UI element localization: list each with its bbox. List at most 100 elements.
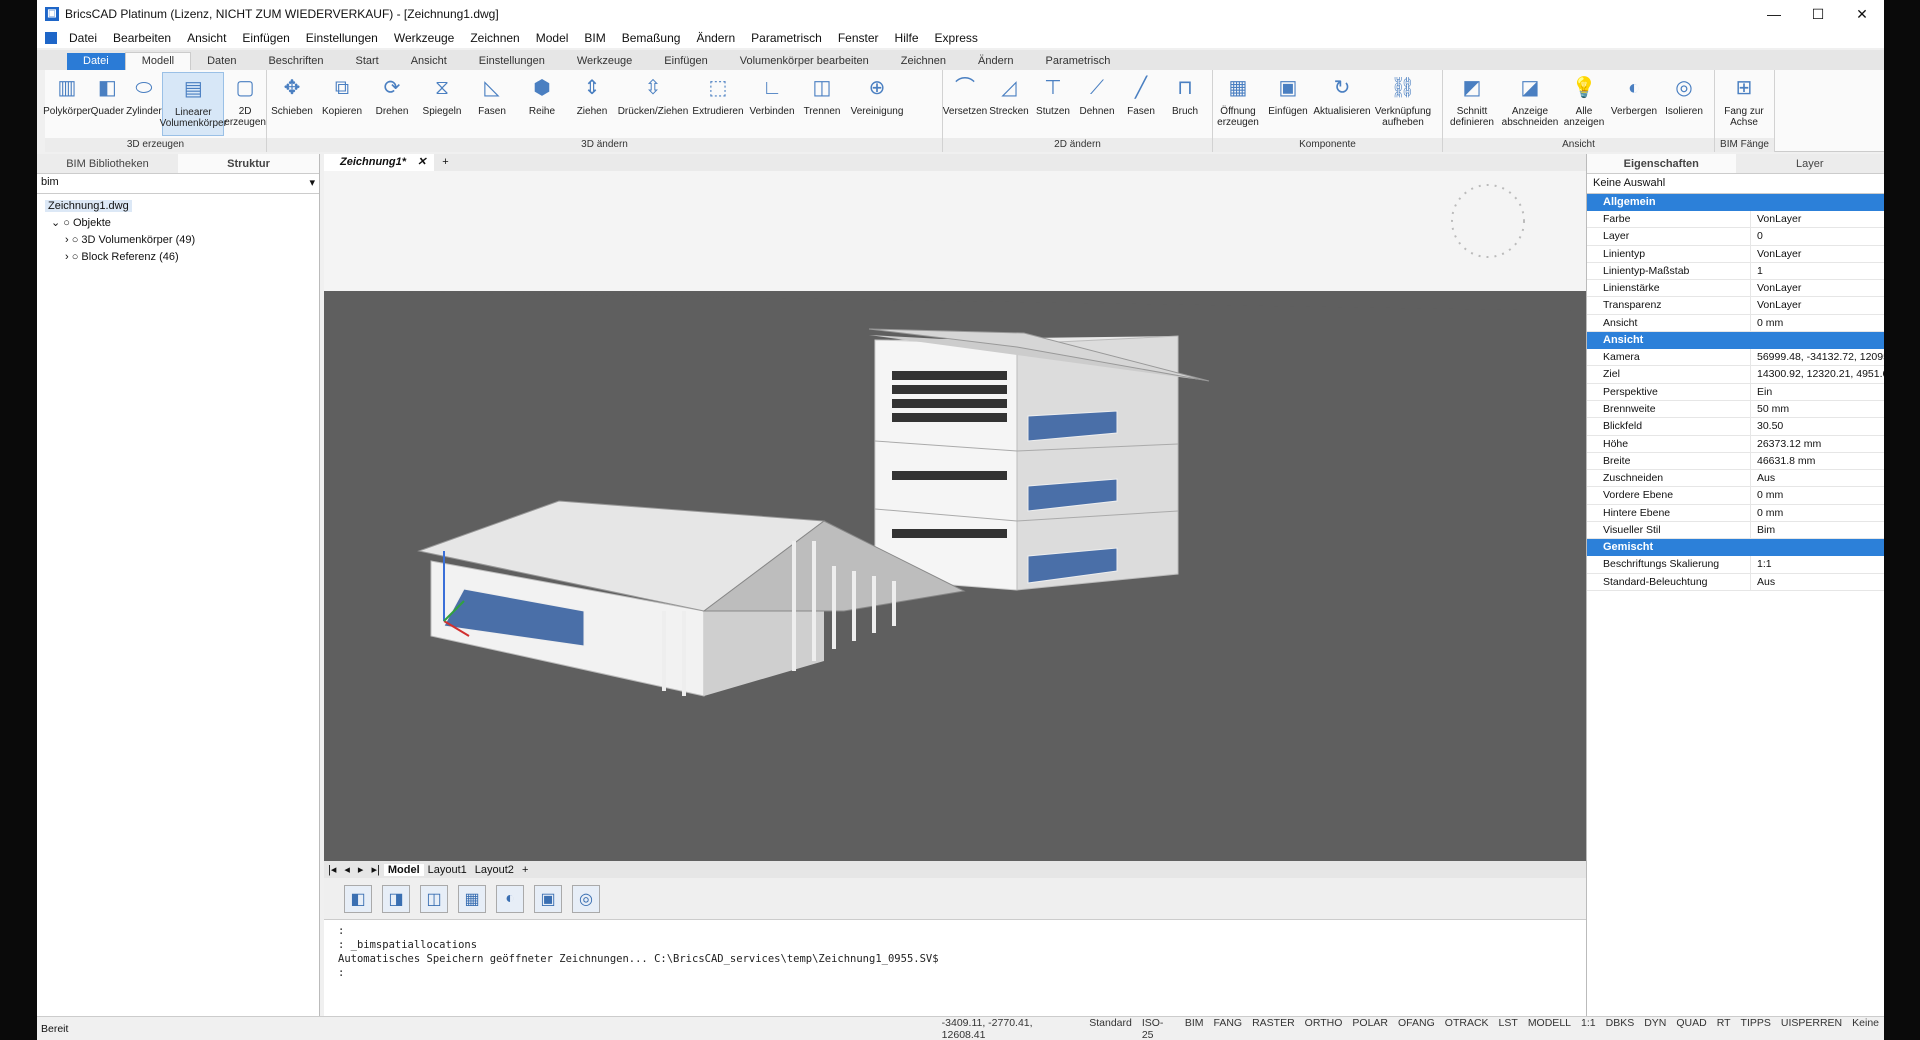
- tab-layer[interactable]: Layer: [1736, 154, 1885, 173]
- tab-start[interactable]: Start: [339, 53, 394, 70]
- property-value[interactable]: 50 mm: [1751, 401, 1884, 417]
- tab-aendern[interactable]: Ändern: [962, 53, 1029, 70]
- property-row[interactable]: Layer 0: [1587, 228, 1884, 246]
- status-toggle[interactable]: Keine: [1847, 1017, 1884, 1040]
- einfuegen-komponente-button[interactable]: ▣ Einfügen: [1263, 72, 1313, 118]
- status-toggle[interactable]: UISPERREN: [1776, 1017, 1847, 1040]
- status-toggle[interactable]: LST: [1494, 1017, 1523, 1040]
- tab-werkzeuge[interactable]: Werkzeuge: [561, 53, 648, 70]
- property-value[interactable]: Bim: [1751, 522, 1884, 538]
- tab-model[interactable]: Model: [383, 863, 424, 876]
- menu-datei[interactable]: Datei: [61, 31, 105, 45]
- status-toggle[interactable]: RASTER: [1247, 1017, 1300, 1040]
- status-toggle[interactable]: DYN: [1639, 1017, 1671, 1040]
- tab-datei[interactable]: Datei: [67, 53, 125, 70]
- stutzen-button[interactable]: ⊤ Stutzen: [1031, 72, 1075, 118]
- status-toggle[interactable]: ISO-25: [1137, 1017, 1180, 1040]
- druecken-ziehen-button[interactable]: ⇳ Drücken/Ziehen: [617, 72, 689, 118]
- property-row[interactable]: Linientyp VonLayer: [1587, 245, 1884, 263]
- status-toggle[interactable]: BIM: [1180, 1017, 1209, 1040]
- isolate-small-icon[interactable]: ◎: [572, 884, 600, 913]
- cube-view-icon[interactable]: ◨: [382, 884, 410, 913]
- next-layout-button[interactable]: ▸: [354, 863, 368, 876]
- property-row[interactable]: Kamera 56999.48, -34132.72, 12095.2: [1587, 349, 1884, 367]
- property-value[interactable]: 56999.48, -34132.72, 12095.2: [1751, 349, 1884, 365]
- property-value[interactable]: Aus: [1751, 470, 1884, 486]
- drawing-tab[interactable]: Zeichnung1* ✕: [324, 154, 435, 171]
- menu-bemassung[interactable]: Bemaßung: [614, 31, 689, 45]
- property-row[interactable]: Hintere Ebene 0 mm: [1587, 504, 1884, 523]
- maximize-button[interactable]: ☐: [1796, 0, 1840, 28]
- property-group-header[interactable]: Ansicht: [1587, 332, 1884, 350]
- spiegeln-button[interactable]: ⧖ Spiegeln: [417, 72, 467, 118]
- minimize-button[interactable]: —: [1752, 0, 1796, 28]
- last-layout-button[interactable]: ▸|: [367, 863, 383, 876]
- property-row[interactable]: Ziel 14300.92, 12320.21, 4951.64: [1587, 366, 1884, 384]
- property-value[interactable]: 30.50: [1751, 418, 1884, 434]
- status-toggle[interactable]: Standard: [1084, 1017, 1137, 1040]
- menu-model[interactable]: Model: [528, 31, 577, 45]
- property-value[interactable]: 1: [1751, 263, 1884, 279]
- 2d-erzeugen-button[interactable]: ▢ 2D erzeugen: [224, 72, 266, 129]
- status-toggle[interactable]: FANG: [1208, 1017, 1247, 1040]
- tab-eigenschaften[interactable]: Eigenschaften: [1587, 154, 1736, 173]
- property-row[interactable]: Ansicht 0 mm: [1587, 314, 1884, 333]
- extrudieren-button[interactable]: ⬚ Extrudieren: [689, 72, 747, 118]
- tree-node-volumenkoerper[interactable]: › ○ 3D Volumenkörper (49): [41, 232, 315, 249]
- menu-zeichnen[interactable]: Zeichnen: [462, 31, 527, 45]
- verbinden-button[interactable]: ∟ Verbinden: [747, 72, 797, 118]
- aktualisieren-button[interactable]: ↻ Aktualisieren: [1313, 72, 1371, 118]
- tab-daten[interactable]: Daten: [191, 53, 252, 70]
- status-toggle[interactable]: POLAR: [1347, 1017, 1393, 1040]
- tab-layout2[interactable]: Layout2: [471, 864, 518, 876]
- tab-beschriften[interactable]: Beschriften: [252, 53, 339, 70]
- section-view-icon[interactable]: ◫: [420, 884, 448, 913]
- strecken-button[interactable]: ◿ Strecken: [987, 72, 1031, 118]
- menu-aendern[interactable]: Ändern: [688, 31, 743, 45]
- status-toggle[interactable]: OFANG: [1393, 1017, 1440, 1040]
- vereinigung-button[interactable]: ⊕ Vereinigung: [847, 72, 907, 118]
- oeffnung-erzeugen-button[interactable]: ▦ Öffnung erzeugen: [1213, 72, 1263, 129]
- property-row[interactable]: Linienstärke VonLayer: [1587, 280, 1884, 298]
- tab-layout1[interactable]: Layout1: [424, 864, 471, 876]
- property-row[interactable]: Höhe 26373.12 mm: [1587, 435, 1884, 453]
- property-row[interactable]: Standard-Beleuchtung Aus: [1587, 573, 1884, 591]
- fasen-2d-button[interactable]: ╱ Fasen: [1119, 72, 1163, 118]
- status-toggle[interactable]: DBKS: [1601, 1017, 1640, 1040]
- tree-root[interactable]: Zeichnung1.dwg: [41, 198, 315, 215]
- property-row[interactable]: Zuschneiden Aus: [1587, 470, 1884, 488]
- close-button[interactable]: ✕: [1840, 0, 1884, 28]
- kopieren-button[interactable]: ⧉ Kopieren: [317, 72, 367, 118]
- tab-einfuegen[interactable]: Einfügen: [648, 53, 723, 70]
- property-value[interactable]: Aus: [1751, 574, 1884, 590]
- tab-modell[interactable]: Modell: [124, 52, 192, 70]
- cmd-prompt[interactable]: :: [338, 966, 1572, 980]
- status-toggle[interactable]: QUAD: [1671, 1017, 1711, 1040]
- menu-ansicht[interactable]: Ansicht: [179, 31, 234, 45]
- property-value[interactable]: VonLayer: [1751, 211, 1884, 227]
- property-value[interactable]: VonLayer: [1751, 246, 1884, 262]
- zylinder-button[interactable]: ⬭ Zylinder: [126, 72, 163, 118]
- property-value[interactable]: 14300.92, 12320.21, 4951.64: [1751, 366, 1884, 382]
- schieben-button[interactable]: ✥ Schieben: [267, 72, 317, 118]
- status-toggle[interactable]: 1:1: [1576, 1017, 1601, 1040]
- alle-anzeigen-button[interactable]: 💡 Alle anzeigen: [1559, 72, 1609, 129]
- property-row[interactable]: Farbe VonLayer: [1587, 211, 1884, 229]
- property-row[interactable]: Breite 46631.8 mm: [1587, 452, 1884, 471]
- add-layout-button[interactable]: +: [518, 864, 532, 876]
- property-row[interactable]: Blickfeld 30.50: [1587, 418, 1884, 436]
- selection-dropdown[interactable]: Keine Auswahl: [1587, 174, 1884, 194]
- property-row[interactable]: Perspektive Ein: [1587, 383, 1884, 401]
- menu-fenster[interactable]: Fenster: [830, 31, 887, 45]
- model-viewport[interactable]: [324, 171, 1586, 861]
- versetzen-button[interactable]: ⌒ Versetzen: [943, 72, 987, 118]
- polykoerper-button[interactable]: ▥ Polykörper: [43, 72, 91, 118]
- property-value[interactable]: 0 mm: [1751, 315, 1884, 331]
- verknuepfung-aufheben-button[interactable]: ⛓ Verknüpfung aufheben: [1371, 72, 1435, 129]
- menu-bim[interactable]: BIM: [576, 31, 613, 45]
- property-row[interactable]: Linientyp-Maßstab 1: [1587, 262, 1884, 281]
- status-toggle[interactable]: TIPPS: [1736, 1017, 1776, 1040]
- first-layout-button[interactable]: |◂: [324, 863, 340, 876]
- property-value[interactable]: 26373.12 mm: [1751, 436, 1884, 452]
- schnitt-definieren-button[interactable]: ◩ Schnitt definieren: [1443, 72, 1501, 129]
